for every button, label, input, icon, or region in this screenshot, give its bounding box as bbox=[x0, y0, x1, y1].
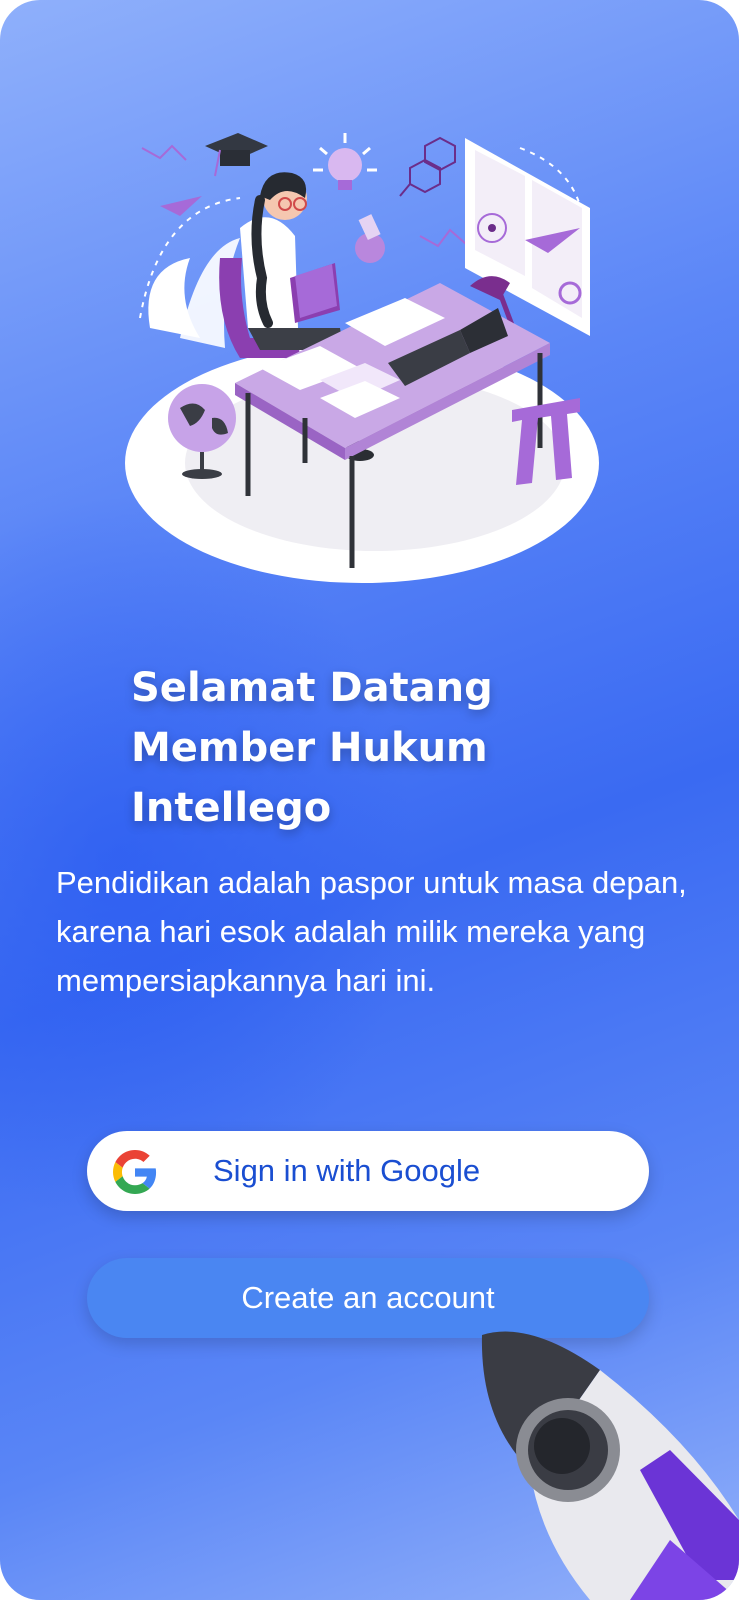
rocket-illustration bbox=[470, 1330, 739, 1600]
welcome-screen: Selamat Datang Member Hukum Intellego Pe… bbox=[0, 0, 739, 1600]
lightbulb-icon bbox=[313, 133, 377, 190]
welcome-title-line-2: Member Hukum bbox=[131, 725, 488, 771]
google-g-icon bbox=[113, 1150, 157, 1194]
molecule-icon bbox=[399, 136, 456, 197]
welcome-subtitle: Pendidikan adalah paspor untuk masa depa… bbox=[56, 865, 687, 998]
create-account-button[interactable]: Create an account bbox=[87, 1258, 649, 1338]
graduation-cap-icon bbox=[205, 133, 268, 177]
welcome-title-line-1: Selamat Datang bbox=[131, 665, 493, 711]
window-board bbox=[465, 138, 590, 336]
sign-in-google-button[interactable]: Sign in with Google bbox=[87, 1131, 649, 1211]
sign-in-google-label: Sign in with Google bbox=[213, 1153, 481, 1188]
study-illustration bbox=[120, 118, 620, 608]
create-account-label: Create an account bbox=[241, 1280, 495, 1315]
welcome-title: Selamat Datang Member Hukum Intellego bbox=[131, 658, 651, 838]
welcome-title-line-3: Intellego bbox=[131, 785, 332, 831]
